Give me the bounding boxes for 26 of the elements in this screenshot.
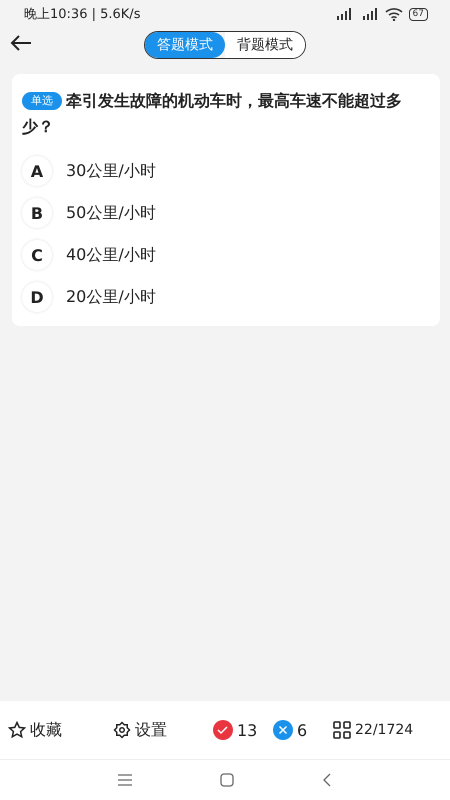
favorite-button[interactable]: 收藏	[8, 720, 113, 740]
mode-tab[interactable]: 背题模式	[225, 32, 305, 58]
wifi-icon	[384, 8, 403, 20]
home-icon[interactable]	[220, 773, 234, 787]
option-letter[interactable]: A	[22, 156, 52, 186]
battery-icon: 67	[408, 8, 428, 20]
option-text[interactable]: 40公里/小时	[66, 244, 156, 266]
option-letter[interactable]: C	[22, 240, 52, 270]
option-letter[interactable]: D	[22, 282, 52, 312]
status-time: 晚上10:36 | 5.6K/s	[24, 6, 140, 23]
correct-count[interactable]: 13	[213, 720, 273, 740]
question-text: 单选 牵引发生故障的机动车时，最高车速不能超过多少？	[22, 90, 403, 138]
settings-icon	[113, 721, 131, 739]
star-icon	[8, 721, 26, 739]
option-text[interactable]: 20公里/小时	[66, 286, 156, 308]
option-text[interactable]: 50公里/小时	[66, 202, 156, 224]
grid-icon	[333, 721, 351, 739]
menu-icon[interactable]	[118, 774, 132, 786]
wrong-count[interactable]: 6	[273, 720, 333, 740]
option-letter[interactable]: B	[22, 198, 52, 228]
cross-icon	[273, 720, 293, 740]
option-text[interactable]: 30公里/小时	[66, 160, 156, 182]
settings-button[interactable]: 设置	[113, 720, 213, 740]
check-icon	[213, 720, 233, 740]
back-icon[interactable]	[322, 773, 332, 787]
progress-button[interactable]: 22/1724	[333, 721, 414, 739]
